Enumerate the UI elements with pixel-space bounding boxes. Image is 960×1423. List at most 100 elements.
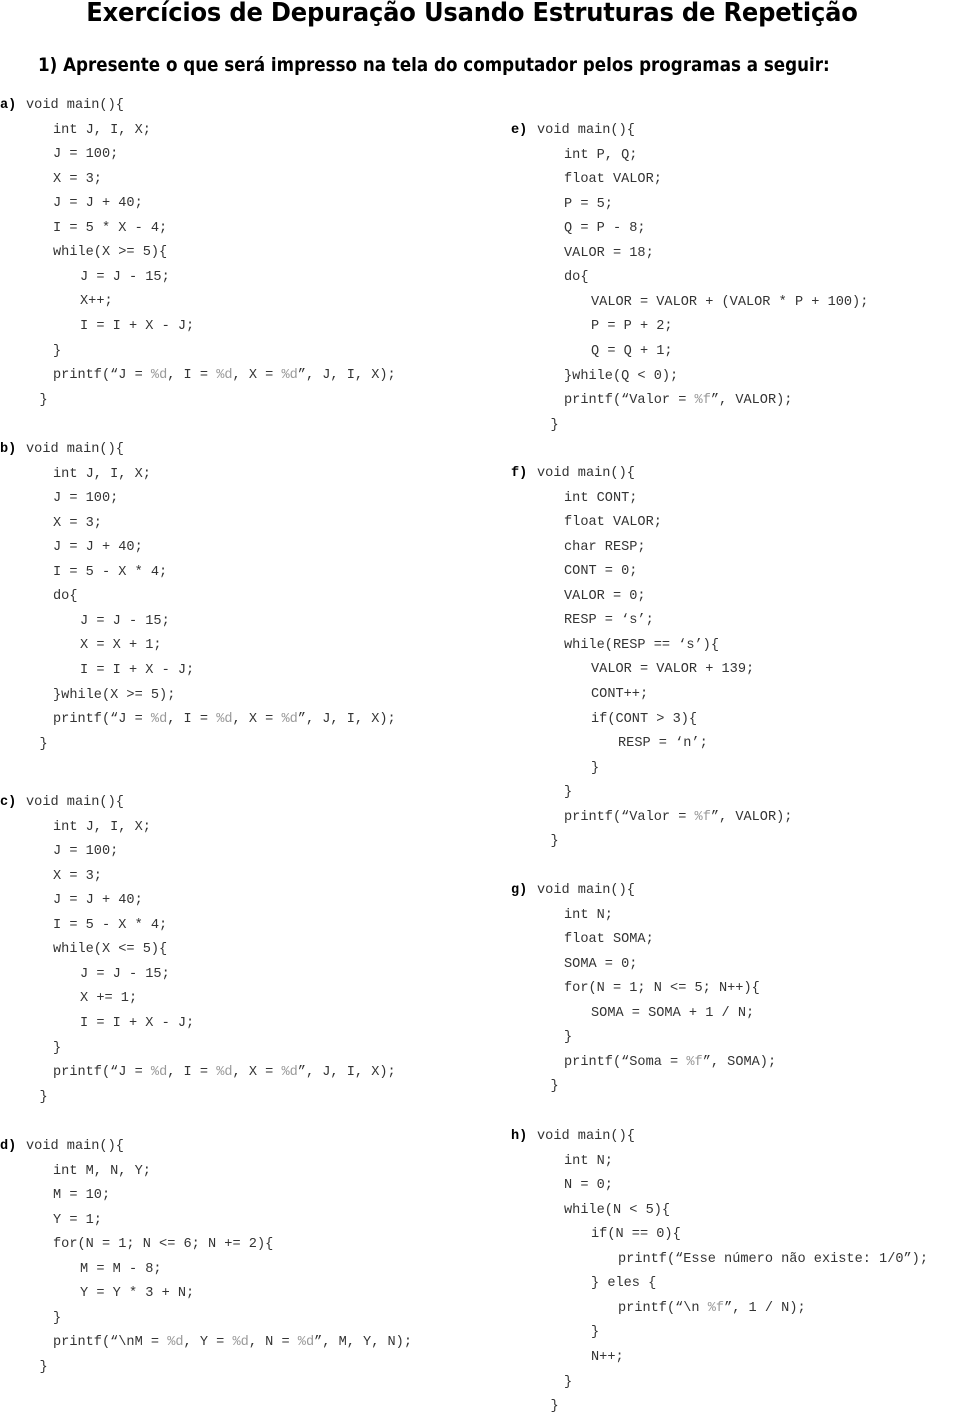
code-text: }while(Q < 0); <box>564 368 679 384</box>
code-text: X = 3; <box>53 868 102 884</box>
code-text: P = P + 2; <box>591 319 673 335</box>
code-text: int N; <box>564 907 613 923</box>
code-text: CONT++; <box>591 686 649 702</box>
code-text: while(N < 5){ <box>564 1202 671 1218</box>
code-text: while(RESP == ‘s’){ <box>564 637 719 653</box>
code-text: SOMA = 0; <box>564 956 638 972</box>
code-text: int J, I, X; <box>53 466 151 482</box>
code-text: } <box>564 1030 573 1046</box>
program-label: a) <box>0 98 17 113</box>
code-text: J = 100; <box>53 491 119 507</box>
code-text: while(X >= 5){ <box>53 245 168 261</box>
code-text: } <box>53 1040 62 1056</box>
code-text: J = J - 15; <box>80 269 170 285</box>
code-text: } <box>53 343 62 359</box>
code-text: X++; <box>80 294 113 310</box>
code-text: J = J + 40; <box>53 196 143 212</box>
code-text: J = J - 15; <box>80 966 170 982</box>
code-text: VALOR = 18; <box>564 245 654 261</box>
code-text: int CONT; <box>564 490 638 506</box>
code-text: J = 100; <box>53 844 119 860</box>
code-text: float VALOR; <box>564 172 662 188</box>
code-text: Q = Q + 1; <box>591 343 673 359</box>
code-text: N++; <box>591 1349 624 1365</box>
code-text: SOMA = SOMA + 1 / N; <box>591 1005 755 1021</box>
code-text: P = 5; <box>564 196 613 212</box>
code-text: } <box>591 1325 600 1341</box>
code-text: printf(“Soma = %f”, SOMA); <box>564 1054 777 1070</box>
code-text: } eles { <box>591 1276 657 1292</box>
code-text: } <box>53 1310 62 1326</box>
code-text: void main(){ <box>26 442 124 457</box>
code-text: void main(){ <box>26 1139 124 1154</box>
program-label: e) <box>511 123 528 138</box>
code-text: N = 0; <box>564 1178 613 1194</box>
code-text: float VALOR; <box>564 515 662 531</box>
code-text: void main(){ <box>26 98 124 113</box>
code-text: printf(“Valor = %f”, VALOR); <box>564 393 793 409</box>
code-text: J = J + 40; <box>53 893 143 909</box>
code-text: int J, I, X; <box>53 122 151 138</box>
code-text: RESP = ‘s’; <box>564 613 654 629</box>
program-label: c) <box>0 795 17 810</box>
code-text: M = 10; <box>53 1188 111 1204</box>
code-text: if(N == 0){ <box>591 1227 681 1243</box>
code-text: } <box>550 1399 559 1415</box>
code-text: X += 1; <box>80 991 138 1007</box>
code-text: for(N = 1; N <= 5; N++){ <box>564 981 760 997</box>
code-text: } <box>39 1089 48 1105</box>
program-label: h) <box>511 1129 528 1144</box>
code-text: CONT = 0; <box>564 564 638 580</box>
code-text: void main(){ <box>26 795 124 810</box>
code-text: void main(){ <box>537 466 635 481</box>
code-text: void main(){ <box>537 123 635 138</box>
code-text: VALOR = VALOR + (VALOR * P + 100); <box>591 294 869 310</box>
code-text: I = I + X - J; <box>80 662 195 678</box>
code-text: for(N = 1; N <= 6; N += 2){ <box>53 1237 274 1253</box>
code-text: int J, I, X; <box>53 819 151 835</box>
question-heading: 1) Apresente o que será impresso na tela… <box>38 54 830 76</box>
code-text: X = 3; <box>53 515 102 531</box>
code-text: VALOR = 0; <box>564 588 646 604</box>
code-text: int P, Q; <box>564 147 638 163</box>
code-text: printf(“J = %d, I = %d, X = %d”, J, I, X… <box>53 368 396 384</box>
page-title: Exercícios de Depuração Usando Estrutura… <box>86 0 858 28</box>
code-text: I = I + X - J; <box>80 318 195 334</box>
code-text: do{ <box>564 270 589 286</box>
code-text: while(X <= 5){ <box>53 942 168 958</box>
code-text: int N; <box>564 1153 613 1169</box>
code-text: RESP = ‘n’; <box>618 736 708 752</box>
code-text: I = 5 - X * 4; <box>53 917 168 933</box>
code-text: } <box>550 417 559 433</box>
code-text: VALOR = VALOR + 139; <box>591 662 755 678</box>
code-text: } <box>550 1079 559 1095</box>
program-label: b) <box>0 442 17 457</box>
code-text: } <box>39 736 48 752</box>
code-text: I = 5 - X * 4; <box>53 564 168 580</box>
program-label: g) <box>511 883 528 898</box>
code-text: X = 3; <box>53 171 102 187</box>
code-text: } <box>39 392 48 408</box>
code-text: void main(){ <box>537 883 635 898</box>
code-text: J = 100; <box>53 147 119 163</box>
code-text: J = J - 15; <box>80 613 170 629</box>
code-text: } <box>564 785 573 801</box>
code-text: M = M - 8; <box>80 1261 162 1277</box>
code-text: }while(X >= 5); <box>53 687 176 703</box>
code-text: printf(“\n %f”, 1 / N); <box>618 1300 806 1316</box>
code-text: X = X + 1; <box>80 638 162 654</box>
code-text: printf(“J = %d, I = %d, X = %d”, J, I, X… <box>53 712 396 728</box>
code-text: J = J + 40; <box>53 540 143 556</box>
code-text: Y = 1; <box>53 1212 102 1228</box>
code-text: printf(“\nM = %d, Y = %d, N = %d”, M, Y,… <box>53 1335 413 1351</box>
code-text: if(CONT > 3){ <box>591 711 698 727</box>
code-text: float SOMA; <box>564 932 654 948</box>
code-text: int M, N, Y; <box>53 1163 151 1179</box>
code-text: I = 5 * X - 4; <box>53 220 168 236</box>
code-text: } <box>591 760 600 776</box>
code-text: } <box>39 1359 48 1375</box>
code-text: Q = P - 8; <box>564 221 646 237</box>
code-text: do{ <box>53 589 78 605</box>
code-text: } <box>550 834 559 850</box>
code-text: } <box>564 1374 573 1390</box>
